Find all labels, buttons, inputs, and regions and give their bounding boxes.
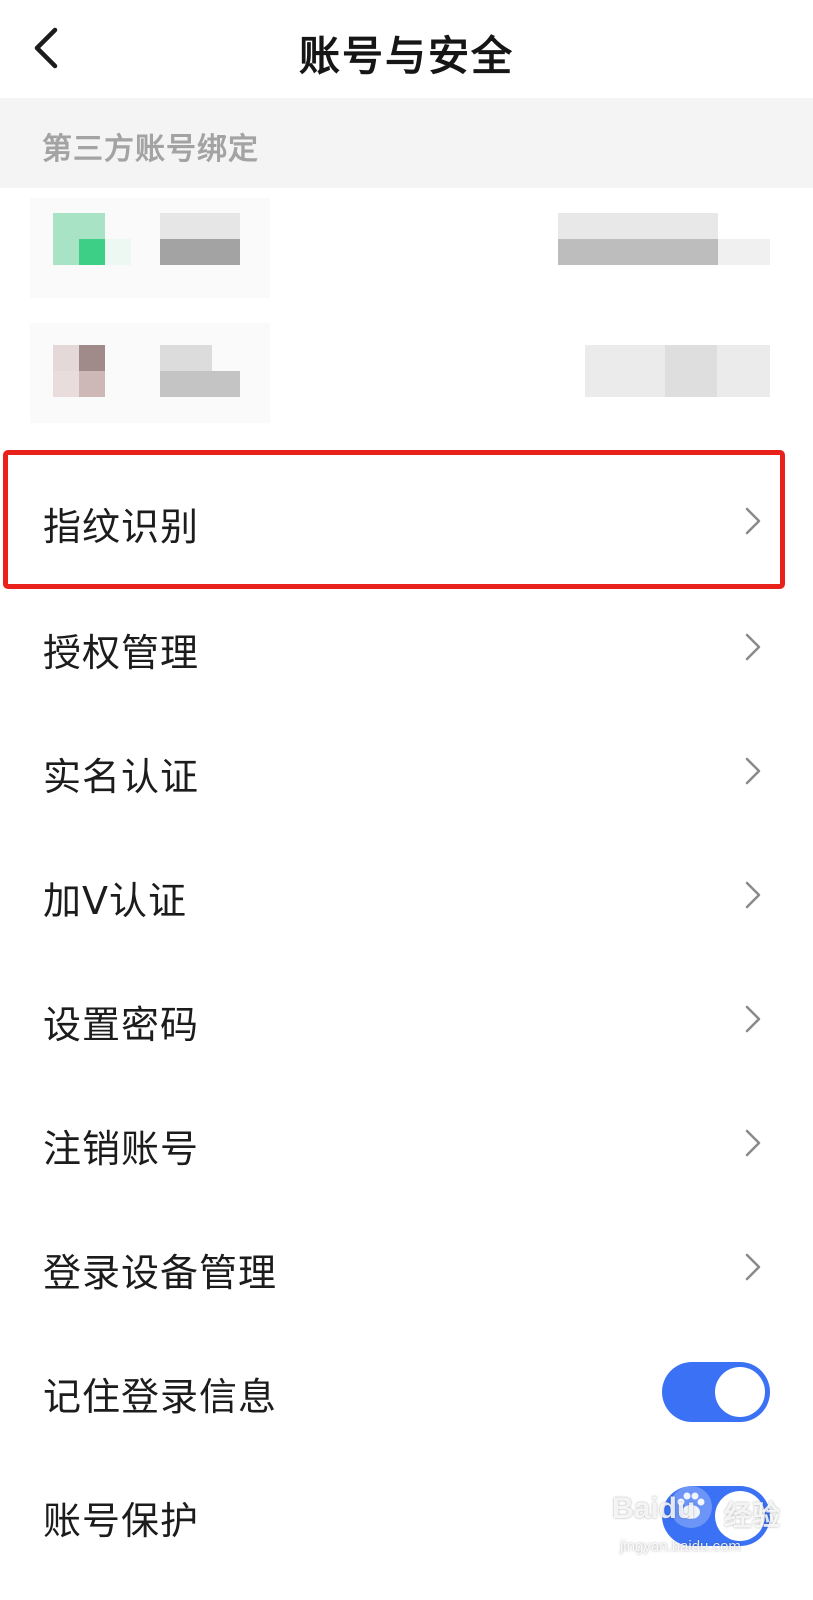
account-app-icon-part <box>79 239 105 265</box>
account-name <box>160 345 212 371</box>
account-status <box>558 239 718 265</box>
menu-item-label: 登录设备管理 <box>43 1251 278 1295</box>
section-header: 第三方账号绑定 <box>0 98 813 188</box>
bound-account-row-2[interactable] <box>0 318 813 443</box>
page-title: 账号与安全 <box>299 32 514 80</box>
account-name <box>160 371 240 397</box>
chevron-right-icon <box>745 1005 761 1033</box>
menu-item-label: 记住登录信息 <box>43 1375 278 1419</box>
account-status <box>665 345 717 397</box>
account-app-icon <box>53 345 79 371</box>
account-app-icon-part <box>105 239 131 265</box>
watermark-url: jingyan.baidu.com <box>620 1538 741 1555</box>
toggle-knob <box>715 1367 765 1417</box>
menu-item-label: 设置密码 <box>43 1003 200 1047</box>
account-status <box>718 239 770 265</box>
account-app-icon-part <box>79 371 105 397</box>
remember-login-toggle[interactable] <box>662 1362 770 1422</box>
chevron-right-icon <box>745 1253 761 1281</box>
menu-item-cancel-account[interactable]: 注销账号 <box>0 1080 813 1206</box>
bound-account-row-1[interactable] <box>0 188 813 313</box>
account-name <box>160 239 240 265</box>
watermark-sub: 经验 <box>724 1500 781 1531</box>
account-app-icon-part <box>79 345 105 371</box>
highlight-frame <box>3 450 785 589</box>
chevron-right-icon <box>745 881 761 909</box>
chevron-right-icon <box>745 633 761 661</box>
menu-item-label: 账号保护 <box>43 1499 200 1543</box>
account-status <box>558 213 718 239</box>
account-name <box>160 213 240 239</box>
watermark-brand: Baidu <box>612 1492 696 1525</box>
baidu-watermark: Baidu 经验 jingyan.baidu.com <box>612 1480 808 1580</box>
header-bar: 账号与安全 <box>0 0 813 98</box>
menu-item-label: 实名认证 <box>43 755 200 799</box>
menu-item-label: 授权管理 <box>43 631 200 675</box>
menu-item-devices[interactable]: 登录设备管理 <box>0 1204 813 1330</box>
menu-item-realname[interactable]: 实名认证 <box>0 708 813 834</box>
menu-item-authorization[interactable]: 授权管理 <box>0 584 813 710</box>
chevron-right-icon <box>745 1129 761 1157</box>
menu-item-label: 注销账号 <box>43 1127 200 1171</box>
menu-item-verify-v[interactable]: 加V认证 <box>0 832 813 958</box>
menu-item-label: 加V认证 <box>43 879 187 923</box>
menu-item-remember-login: 记住登录信息 <box>0 1328 813 1454</box>
chevron-right-icon <box>745 757 761 785</box>
section-title: 第三方账号绑定 <box>42 132 259 167</box>
account-app-icon-part <box>53 371 79 397</box>
menu-item-password[interactable]: 设置密码 <box>0 956 813 1082</box>
